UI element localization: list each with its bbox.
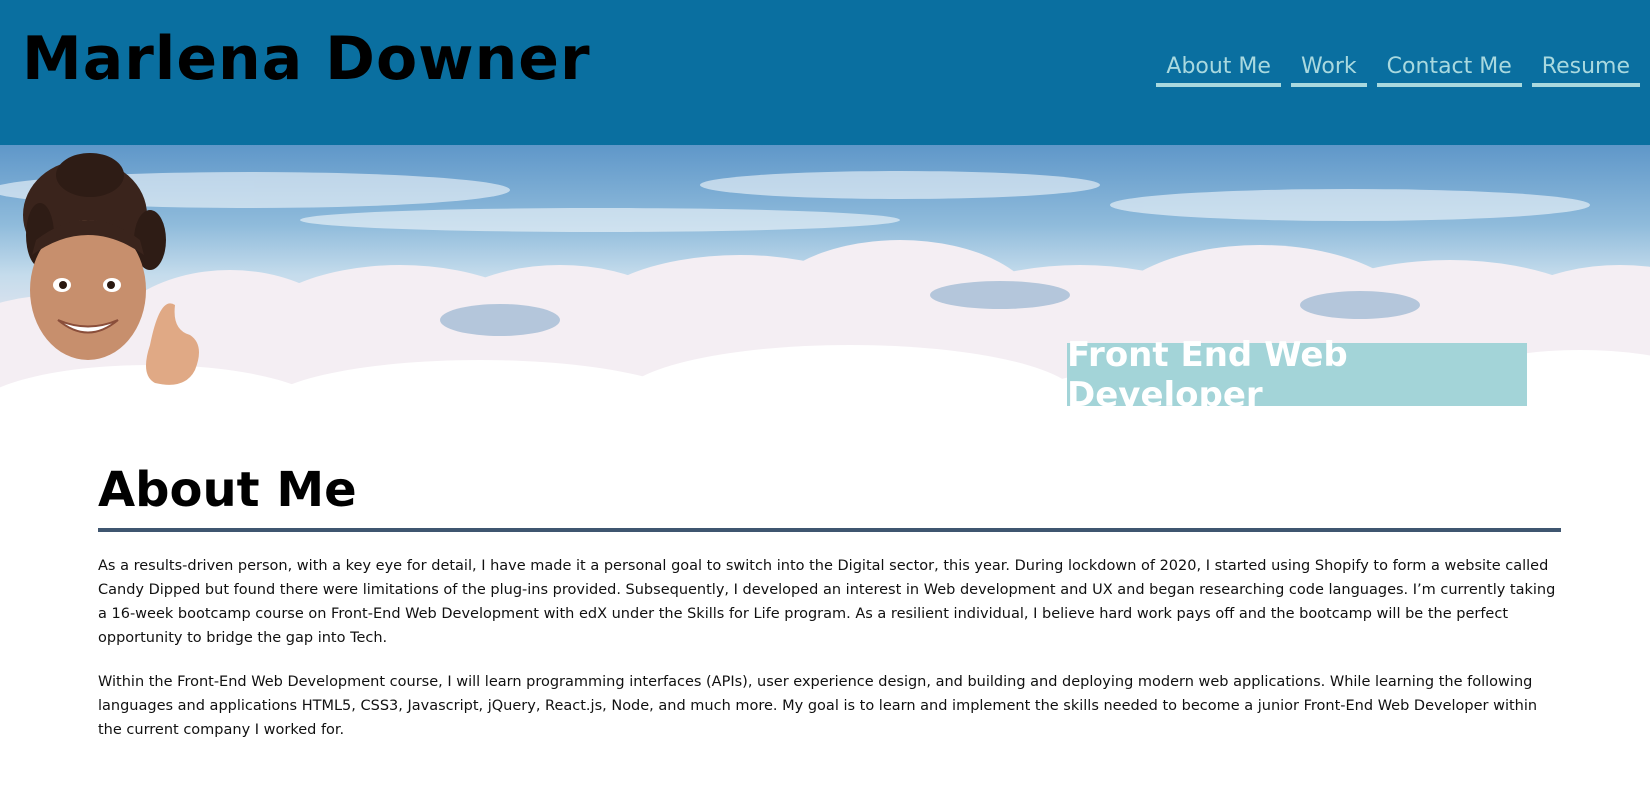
site-title: Marlena Downer xyxy=(22,24,591,94)
about-paragraph-2: Within the Front-End Web Development cou… xyxy=(98,674,1538,738)
memoji-avatar-icon xyxy=(23,153,199,385)
about-section: About Me As a results-driven person, wit… xyxy=(98,462,1561,742)
section-divider xyxy=(98,528,1561,532)
about-paragraph-1: As a results-driven person, with a key e… xyxy=(98,558,1556,646)
hero-tagline: Front End Web Developer xyxy=(1067,335,1527,415)
about-heading: About Me xyxy=(98,462,357,518)
nav-link-resume[interactable]: Resume xyxy=(1531,52,1640,88)
nav-link-about-me[interactable]: About Me xyxy=(1156,52,1281,88)
nav-link-work[interactable]: Work xyxy=(1290,52,1367,88)
nav-link-contact-me[interactable]: Contact Me xyxy=(1376,52,1522,88)
site-header: Marlena Downer About Me Work Contact Me … xyxy=(0,0,1650,145)
main-nav: About Me Work Contact Me Resume xyxy=(1156,52,1640,88)
hero-banner: Front End Web Developer xyxy=(0,145,1650,429)
